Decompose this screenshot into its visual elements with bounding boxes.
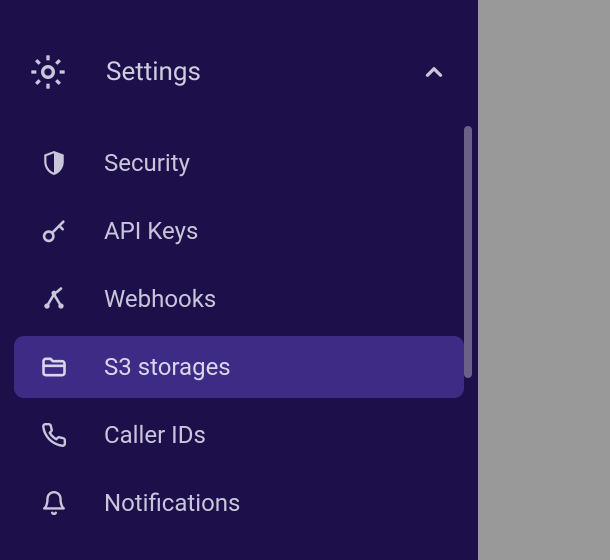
sidebar-item-label: Notifications bbox=[104, 489, 240, 517]
settings-header[interactable]: Settings bbox=[0, 44, 478, 100]
bell-icon bbox=[40, 489, 68, 517]
webhook-icon bbox=[40, 285, 68, 313]
sidebar-item-label: S3 storages bbox=[104, 353, 231, 381]
settings-sidebar: Settings Security API Keys bbox=[0, 0, 478, 560]
sidebar-item-label: API Keys bbox=[104, 217, 198, 245]
sidebar-item-webhooks[interactable]: Webhooks bbox=[14, 268, 464, 330]
sidebar-item-caller-ids[interactable]: Caller IDs bbox=[14, 404, 464, 466]
gear-icon bbox=[28, 52, 68, 92]
sidebar-item-label: Webhooks bbox=[104, 285, 216, 313]
sidebar-item-api-keys[interactable]: API Keys bbox=[14, 200, 464, 262]
chevron-up-icon bbox=[418, 56, 450, 88]
sidebar-item-label: Security bbox=[104, 149, 190, 177]
sidebar-item-label: Caller IDs bbox=[104, 421, 206, 449]
settings-header-label: Settings bbox=[106, 57, 418, 87]
folder-icon bbox=[40, 353, 68, 381]
sidebar-item-s3-storages[interactable]: S3 storages bbox=[14, 336, 464, 398]
sidebar-item-notifications[interactable]: Notifications bbox=[14, 472, 464, 534]
sidebar-item-security[interactable]: Security bbox=[14, 132, 464, 194]
phone-icon bbox=[40, 421, 68, 449]
key-icon bbox=[40, 217, 68, 245]
sidebar-scrollbar[interactable] bbox=[464, 126, 472, 378]
shield-icon bbox=[40, 149, 68, 177]
